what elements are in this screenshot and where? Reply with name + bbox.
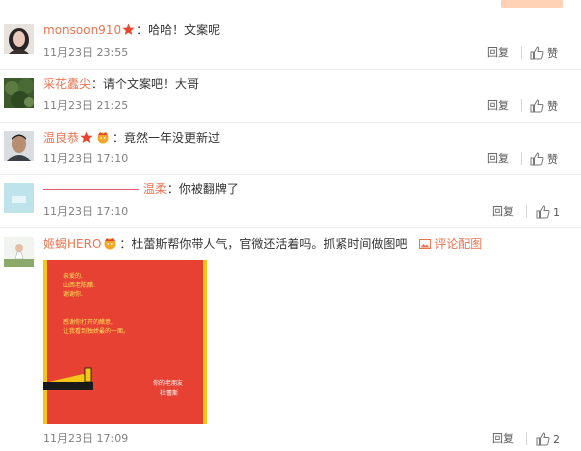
username-link[interactable]: 温柔 <box>143 182 167 196</box>
image-border <box>203 260 207 424</box>
avatar[interactable] <box>4 78 34 108</box>
comment-text: 请个文案吧！大哥 <box>103 77 200 91</box>
comment-image-link[interactable]: 评论配图 <box>419 237 482 251</box>
comment-time: 11月23日 17:09 <box>43 432 129 445</box>
image-text-line: 让我看到独娇最的一面。 <box>63 328 130 335</box>
comment-item: 温良恭 ：竟然一年没更新过 11月23日 17:10 回复 赞 <box>0 122 581 175</box>
like-label: 赞 <box>547 153 558 166</box>
image-text-line: 亲爱的, <box>63 273 83 280</box>
avatar[interactable] <box>4 237 34 267</box>
like-count: 2 <box>553 433 560 446</box>
avatar[interactable] <box>4 183 34 213</box>
like-button[interactable]: 赞 <box>530 99 558 113</box>
comment-text: 你被翻牌了 <box>178 182 239 196</box>
image-text-line: 山西老陈醋: <box>63 282 96 289</box>
crown-badge-icon <box>102 236 118 253</box>
comment-text: 竟然一年没更新过 <box>124 131 221 145</box>
like-count: 1 <box>553 206 560 219</box>
comment-line: monsoon910 ：哈哈！文案呢 <box>43 23 221 39</box>
image-icon <box>419 239 432 249</box>
image-border <box>43 260 47 424</box>
like-label: 赞 <box>547 100 558 113</box>
thumbs-up-icon <box>536 205 550 219</box>
comment-time: 11月23日 17:10 <box>43 205 129 218</box>
reply-button[interactable]: 回复 <box>487 46 509 59</box>
image-signature: 你的老朋友 <box>153 380 184 387</box>
like-button[interactable]: 2 <box>536 432 560 446</box>
comment-line: 温柔：你被翻牌了 <box>43 182 239 196</box>
image-text-line: 谢谢你. <box>63 291 83 298</box>
comment-line: 温良恭 ：竟然一年没更新过 <box>43 130 221 147</box>
vip-star-icon <box>122 23 135 39</box>
thumbs-up-icon <box>536 432 550 446</box>
image-text-line: 感谢你打开的醋意, <box>63 319 113 326</box>
username-link[interactable]: monsoon910 <box>43 23 121 37</box>
comment-item: 采花蠹尖：请个文案吧！大哥 11月23日 21:25 回复 赞 <box>0 69 581 123</box>
username-link[interactable]: 采花蠹尖 <box>43 77 91 91</box>
reply-button[interactable]: 回复 <box>492 432 514 445</box>
divider <box>521 99 522 112</box>
like-button[interactable]: 1 <box>536 205 560 219</box>
razor-illustration <box>43 367 93 390</box>
username-link[interactable]: 温良恭 <box>43 131 79 145</box>
divider <box>526 432 527 445</box>
like-button[interactable]: 赞 <box>530 46 558 60</box>
vip-star-icon <box>80 131 93 147</box>
like-button[interactable]: 赞 <box>530 152 558 166</box>
avatar[interactable] <box>4 131 34 161</box>
thumbs-up-icon <box>530 46 544 60</box>
reply-button[interactable]: 回复 <box>487 99 509 112</box>
divider <box>521 46 522 59</box>
thumbs-up-icon <box>530 152 544 166</box>
comment-image[interactable]: 亲爱的, 山西老陈醋: 谢谢你. 感谢你打开的醋意, 让我看到独娇最的一面。 你… <box>43 260 207 424</box>
username-link[interactable] <box>43 182 139 196</box>
comment-text: 哈哈！文案呢 <box>148 23 221 37</box>
comment-item: monsoon910 ：哈哈！文案呢 11月23日 23:55 回复 赞 <box>0 0 581 70</box>
divider <box>521 152 522 165</box>
avatar[interactable] <box>4 24 34 54</box>
comment-text: 杜蕾斯帮你带人气，官微还活着吗。抓紧时间做图吧 <box>131 237 408 251</box>
thumbs-up-icon <box>530 99 544 113</box>
comment-time: 11月23日 23:55 <box>43 46 129 59</box>
comment-line: 姬蝎HERO ：杜蕾斯帮你带人气，官微还活着吗。抓紧时间做图吧 评论配图 <box>43 236 483 253</box>
like-label: 赞 <box>547 47 558 60</box>
image-signature: 杜蕾斯 <box>160 390 179 397</box>
comment-time: 11月23日 17:10 <box>43 152 129 165</box>
divider <box>526 205 527 218</box>
comment-item: 温柔：你被翻牌了 11月23日 17:10 回复 1 <box>0 174 581 228</box>
crown-badge-icon <box>95 130 111 147</box>
username-link[interactable]: 姬蝎HERO <box>43 237 101 251</box>
comment-line: 采花蠹尖：请个文案吧！大哥 <box>43 77 200 91</box>
comment-time: 11月23日 21:25 <box>43 99 129 112</box>
image-link-label: 评论配图 <box>434 237 483 251</box>
reply-button[interactable]: 回复 <box>492 205 514 218</box>
reply-button[interactable]: 回复 <box>487 152 509 165</box>
